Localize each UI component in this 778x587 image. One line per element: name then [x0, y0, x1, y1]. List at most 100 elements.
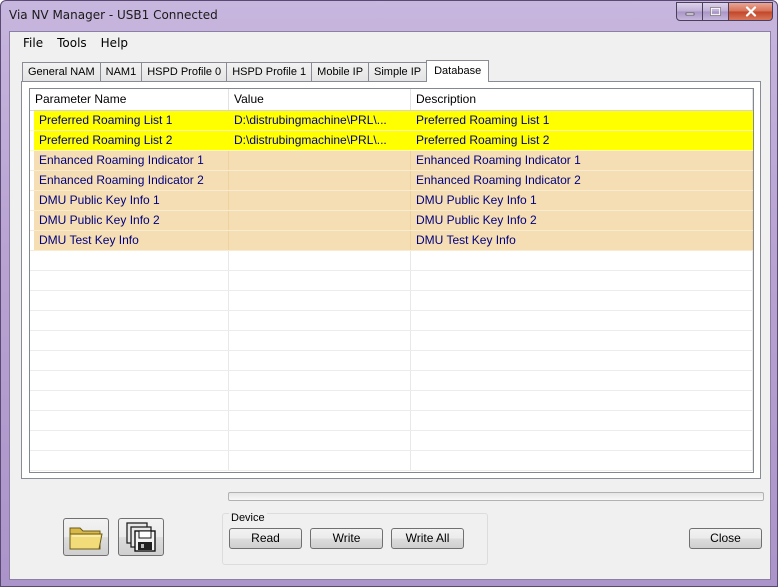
empty-table-row[interactable] [30, 291, 753, 311]
app-window: Via NV Manager - USB1 Connected File Too… [0, 0, 778, 587]
client-area: File Tools Help General NAM NAM1 HSPD Pr… [9, 31, 771, 580]
grid-body: Preferred Roaming List 1 D:\distrubingmac… [30, 111, 753, 472]
description-cell[interactable]: DMU Test Key Info [411, 231, 753, 250]
tab-hspd-profile-0[interactable]: HSPD Profile 0 [141, 62, 228, 82]
table-row[interactable]: Preferred Roaming List 2 D:\distrubingmac… [30, 131, 753, 151]
parameter-name-cell[interactable]: Preferred Roaming List 1 [34, 111, 229, 130]
empty-cell [229, 371, 411, 390]
read-button[interactable]: Read [229, 528, 302, 549]
empty-cell [411, 331, 753, 350]
tab-strip: General NAM NAM1 HSPD Profile 0 HSPD Pro… [22, 60, 490, 82]
empty-cell [411, 291, 753, 310]
value-cell[interactable]: D:\distrubingmachine\PRL\... [229, 111, 411, 130]
empty-cell [229, 451, 411, 470]
folder-icon [69, 527, 103, 550]
open-file-button[interactable] [63, 518, 109, 556]
tab-nam1[interactable]: NAM1 [99, 62, 143, 82]
value-cell[interactable] [229, 171, 411, 190]
tab-simple-ip[interactable]: Simple IP [368, 62, 428, 82]
empty-cell [229, 271, 411, 290]
empty-cell [411, 371, 753, 390]
empty-table-row[interactable] [30, 391, 753, 411]
value-cell[interactable] [229, 191, 411, 210]
tab-database[interactable]: Database [426, 60, 490, 82]
window-title: Via NV Manager - USB1 Connected [9, 8, 218, 22]
write-all-button[interactable]: Write All [391, 528, 464, 549]
description-cell[interactable]: DMU Public Key Info 2 [411, 211, 753, 230]
empty-cell [229, 351, 411, 370]
parameter-name-cell[interactable]: DMU Public Key Info 2 [34, 211, 229, 230]
table-row[interactable]: DMU Public Key Info 2 DMU Public Key Info… [30, 211, 753, 231]
empty-cell [229, 311, 411, 330]
value-cell[interactable] [229, 231, 411, 250]
empty-cell [229, 391, 411, 410]
table-row[interactable]: Preferred Roaming List 1 D:\distrubingmac… [30, 111, 753, 131]
empty-cell [30, 391, 229, 410]
parameter-name-cell[interactable]: Enhanced Roaming Indicator 1 [34, 151, 229, 170]
empty-cell [411, 411, 753, 430]
write-button[interactable]: Write [310, 528, 383, 549]
parameter-name-cell[interactable]: DMU Test Key Info [34, 231, 229, 250]
empty-cell [30, 411, 229, 430]
empty-cell [30, 451, 229, 470]
empty-table-row[interactable] [30, 351, 753, 371]
empty-cell [411, 311, 753, 330]
table-row[interactable]: DMU Public Key Info 1 DMU Public Key Info… [30, 191, 753, 211]
parameter-name-cell[interactable]: Enhanced Roaming Indicator 2 [34, 171, 229, 190]
description-cell[interactable]: Enhanced Roaming Indicator 1 [411, 151, 753, 170]
empty-cell [411, 251, 753, 270]
parameter-name-cell[interactable]: DMU Public Key Info 1 [34, 191, 229, 210]
empty-table-row[interactable] [30, 271, 753, 291]
empty-cell [411, 451, 753, 470]
database-tab-panel: Parameter Name Value Description Preferr… [21, 81, 761, 479]
minimize-button[interactable] [676, 2, 703, 21]
empty-table-row[interactable] [30, 371, 753, 391]
empty-cell [30, 351, 229, 370]
empty-cell [30, 311, 229, 330]
empty-cell [30, 331, 229, 350]
empty-table-row[interactable] [30, 411, 753, 431]
empty-table-row[interactable] [30, 451, 753, 471]
empty-cell [229, 431, 411, 450]
save-all-button[interactable] [118, 518, 164, 556]
value-cell[interactable] [229, 211, 411, 230]
parameter-name-cell[interactable]: Preferred Roaming List 2 [34, 131, 229, 150]
value-cell[interactable] [229, 151, 411, 170]
header-value[interactable]: Value [229, 89, 411, 110]
device-group: Device Read Write Write All [222, 512, 488, 565]
empty-cell [411, 271, 753, 290]
empty-table-row[interactable] [30, 431, 753, 451]
parameter-grid[interactable]: Parameter Name Value Description Preferr… [29, 88, 754, 473]
description-cell[interactable]: DMU Public Key Info 1 [411, 191, 753, 210]
floppy-disks-icon [126, 522, 156, 552]
tab-general-nam[interactable]: General NAM [22, 62, 101, 82]
empty-table-row[interactable] [30, 251, 753, 271]
table-row[interactable]: Enhanced Roaming Indicator 1 Enhanced Roa… [30, 151, 753, 171]
empty-cell [30, 251, 229, 270]
title-bar[interactable]: Via NV Manager - USB1 Connected [1, 1, 778, 31]
menu-tools[interactable]: Tools [50, 32, 94, 54]
close-button[interactable]: Close [689, 528, 762, 549]
description-cell[interactable]: Preferred Roaming List 1 [411, 111, 753, 130]
menu-help[interactable]: Help [94, 32, 135, 54]
header-description[interactable]: Description [411, 89, 753, 110]
value-cell[interactable]: D:\distrubingmachine\PRL\... [229, 131, 411, 150]
header-parameter-name[interactable]: Parameter Name [30, 89, 229, 110]
close-icon [745, 6, 756, 17]
empty-table-row[interactable] [30, 311, 753, 331]
menu-file[interactable]: File [16, 32, 50, 54]
description-cell[interactable]: Preferred Roaming List 2 [411, 131, 753, 150]
close-window-button[interactable] [729, 2, 773, 21]
empty-cell [229, 291, 411, 310]
tab-hspd-profile-1[interactable]: HSPD Profile 1 [226, 62, 313, 82]
description-cell[interactable]: Enhanced Roaming Indicator 2 [411, 171, 753, 190]
table-row[interactable]: DMU Test Key Info DMU Test Key Info [30, 231, 753, 251]
tab-mobile-ip[interactable]: Mobile IP [311, 62, 370, 82]
empty-cell [30, 291, 229, 310]
empty-table-row[interactable] [30, 331, 753, 351]
table-row[interactable]: Enhanced Roaming Indicator 2 Enhanced Roa… [30, 171, 753, 191]
progress-bar [228, 492, 764, 501]
maximize-button[interactable] [703, 2, 729, 21]
empty-cell [411, 391, 753, 410]
caption-buttons [676, 2, 773, 22]
